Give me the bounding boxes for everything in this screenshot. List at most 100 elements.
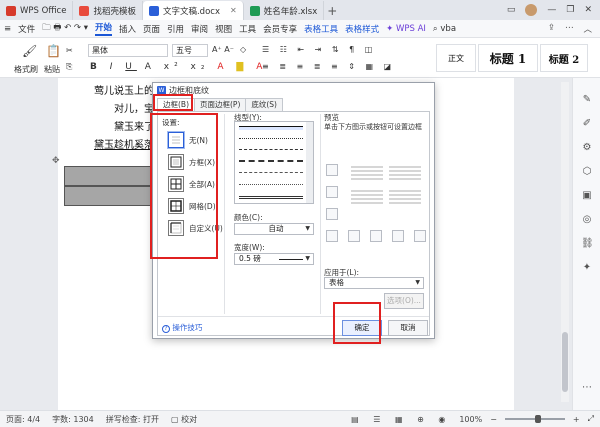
sparkle-icon[interactable]: ✦: [581, 262, 593, 274]
search-icon[interactable]: ⌕ vba: [433, 24, 456, 34]
menu-wps-ai[interactable]: ✦ WPS AI: [386, 24, 426, 34]
proofread-label[interactable]: ▢ 校对: [171, 414, 197, 425]
quick-access-icons[interactable]: 🗀 🖶 ↶ ↷ ▾: [42, 22, 88, 36]
new-tab-icon[interactable]: +: [324, 1, 340, 20]
width-select[interactable]: 0.5 磅 ▼: [234, 253, 314, 265]
menu-home[interactable]: 开始: [94, 21, 112, 36]
border-middle-horizontal-button[interactable]: [326, 186, 338, 198]
style-heading-2[interactable]: 标题 2: [540, 44, 588, 72]
paste-icon[interactable]: 📋: [46, 44, 61, 58]
line-style-dashed[interactable]: [239, 160, 303, 162]
table-move-handle-icon[interactable]: ✥: [52, 156, 60, 166]
spell-check[interactable]: 拼写检查: 打开: [106, 414, 159, 425]
table-row[interactable]: [64, 166, 154, 186]
style-normal[interactable]: 正文: [436, 44, 476, 72]
menu-page[interactable]: 页面: [143, 23, 160, 35]
edit-icon[interactable]: ✐: [581, 118, 593, 130]
table-row[interactable]: [64, 186, 154, 206]
border-diagonal-down-button[interactable]: [326, 230, 338, 242]
tab-borders[interactable]: 边框(B): [157, 98, 195, 111]
ok-button[interactable]: 确定: [342, 320, 382, 336]
border-bottom-button[interactable]: [326, 208, 338, 220]
font-style-buttons[interactable]: B I U A x² x₂ A ▇ A: [90, 62, 267, 72]
line-style-list[interactable]: [234, 121, 314, 204]
fullscreen-icon[interactable]: ⤢: [588, 414, 594, 424]
style-heading-1[interactable]: 标题 1: [478, 44, 538, 72]
close-window-icon[interactable]: ✕: [584, 5, 592, 15]
menu-table-style[interactable]: 表格样式: [345, 23, 379, 35]
link-icon[interactable]: ⛓: [581, 238, 594, 250]
zoom-out-icon[interactable]: −: [490, 415, 497, 424]
target-icon[interactable]: ◎: [581, 214, 593, 226]
share-icon[interactable]: ⇪: [548, 23, 555, 35]
setting-grid[interactable]: 网格(D): [168, 198, 216, 214]
zoom-in-icon[interactable]: +: [573, 415, 580, 424]
options-button[interactable]: 选项(O)...: [384, 293, 424, 309]
pen-icon[interactable]: ✎: [581, 94, 593, 106]
line-style-dash-dot[interactable]: [239, 172, 303, 173]
more-icon[interactable]: ⋯: [565, 23, 574, 35]
setting-all[interactable]: 全部(A): [168, 176, 215, 192]
close-icon[interactable]: ✕: [230, 6, 237, 15]
adjust-icon[interactable]: ⚙: [581, 142, 593, 154]
menu-file[interactable]: 文件: [18, 23, 35, 35]
more-panel-icon[interactable]: ⋯: [581, 382, 593, 394]
view-mode-icons[interactable]: ▤ ☰ ▦ ⊕ ◉: [351, 415, 451, 424]
paragraph-list-icons[interactable]: ☰ ☷ ⇤ ⇥ ⇅ ¶ ◫: [262, 45, 376, 54]
line-style-double[interactable]: [239, 196, 303, 199]
menu-table-tools[interactable]: 表格工具: [304, 23, 338, 35]
image-icon[interactable]: ▣: [581, 190, 593, 202]
setting-custom[interactable]: 自定义(U): [168, 220, 223, 236]
cancel-button[interactable]: 取消: [388, 320, 428, 336]
line-style-solid[interactable]: [239, 126, 303, 130]
tab-page-borders[interactable]: 页面边框(P): [194, 98, 247, 111]
scrollbar-thumb[interactable]: [562, 332, 568, 392]
tab-spreadsheet[interactable]: 姓名年龄.xlsx: [244, 1, 325, 20]
zoom-slider-knob[interactable]: [534, 415, 541, 423]
copy-icon[interactable]: ⎘: [66, 62, 72, 72]
dialog-title-bar[interactable]: W 边框和底纹: [153, 83, 434, 97]
font-name-select[interactable]: 黑体: [88, 44, 168, 57]
line-style-dash-dot-dot[interactable]: [239, 184, 303, 185]
border-left-button[interactable]: [348, 230, 360, 242]
line-style-dotted[interactable]: [239, 138, 303, 139]
border-middle-vertical-button[interactable]: [370, 230, 382, 242]
hamburger-icon[interactable]: ≡: [4, 24, 11, 34]
layout-icon[interactable]: ▭: [507, 5, 516, 15]
font-size-select[interactable]: 五号: [172, 44, 208, 57]
setting-box[interactable]: 方框(X): [168, 154, 215, 170]
border-right-button[interactable]: [392, 230, 404, 242]
tab-document[interactable]: 文字文稿.docx ✕: [142, 1, 244, 20]
zoom-value[interactable]: 100%: [459, 415, 482, 424]
menu-view[interactable]: 视图: [215, 23, 232, 35]
shape-icon[interactable]: ⬡: [581, 166, 593, 178]
border-diagonal-up-button[interactable]: [414, 230, 426, 242]
format-painter-icon[interactable]: 🖌: [22, 44, 37, 58]
zoom-slider[interactable]: [504, 415, 565, 423]
vertical-scrollbar[interactable]: [561, 82, 569, 402]
tab-shading[interactable]: 底纹(S): [245, 98, 283, 111]
line-style-scrollbar[interactable]: [306, 122, 313, 203]
border-top-button[interactable]: [326, 164, 338, 176]
page-indicator[interactable]: 页面: 4/4: [6, 414, 40, 425]
tab-wps-office[interactable]: WPS Office: [0, 1, 74, 20]
menu-references[interactable]: 引用: [167, 23, 184, 35]
font-grow-icon[interactable]: A⁺ A⁻: [212, 45, 234, 54]
color-select[interactable]: 自动 ▼: [234, 223, 314, 235]
cut-icon[interactable]: ✂: [66, 46, 73, 55]
line-style-dashed-fine[interactable]: [239, 149, 303, 150]
collapse-icon[interactable]: ︿: [583, 23, 592, 35]
menu-member[interactable]: 会员专享: [263, 23, 297, 35]
tab-templates[interactable]: 找稻壳模板: [73, 1, 143, 20]
avatar[interactable]: [525, 4, 538, 16]
apply-to-select[interactable]: 表格 ▼: [324, 277, 424, 289]
word-count[interactable]: 字数: 1304: [52, 414, 94, 425]
minimize-icon[interactable]: —: [547, 5, 556, 15]
clear-format-icon[interactable]: ◇: [240, 45, 246, 54]
maximize-icon[interactable]: ❐: [566, 5, 574, 15]
paragraph-align-icons[interactable]: ≡ ≣ ≡ ≣ ≡ ⇕ ▦ ◪: [262, 62, 395, 71]
setting-none[interactable]: 无(N): [168, 132, 208, 148]
menu-tools[interactable]: 工具: [239, 23, 256, 35]
tips-link[interactable]: ? 操作技巧: [162, 322, 202, 333]
menu-review[interactable]: 审阅: [191, 23, 208, 35]
